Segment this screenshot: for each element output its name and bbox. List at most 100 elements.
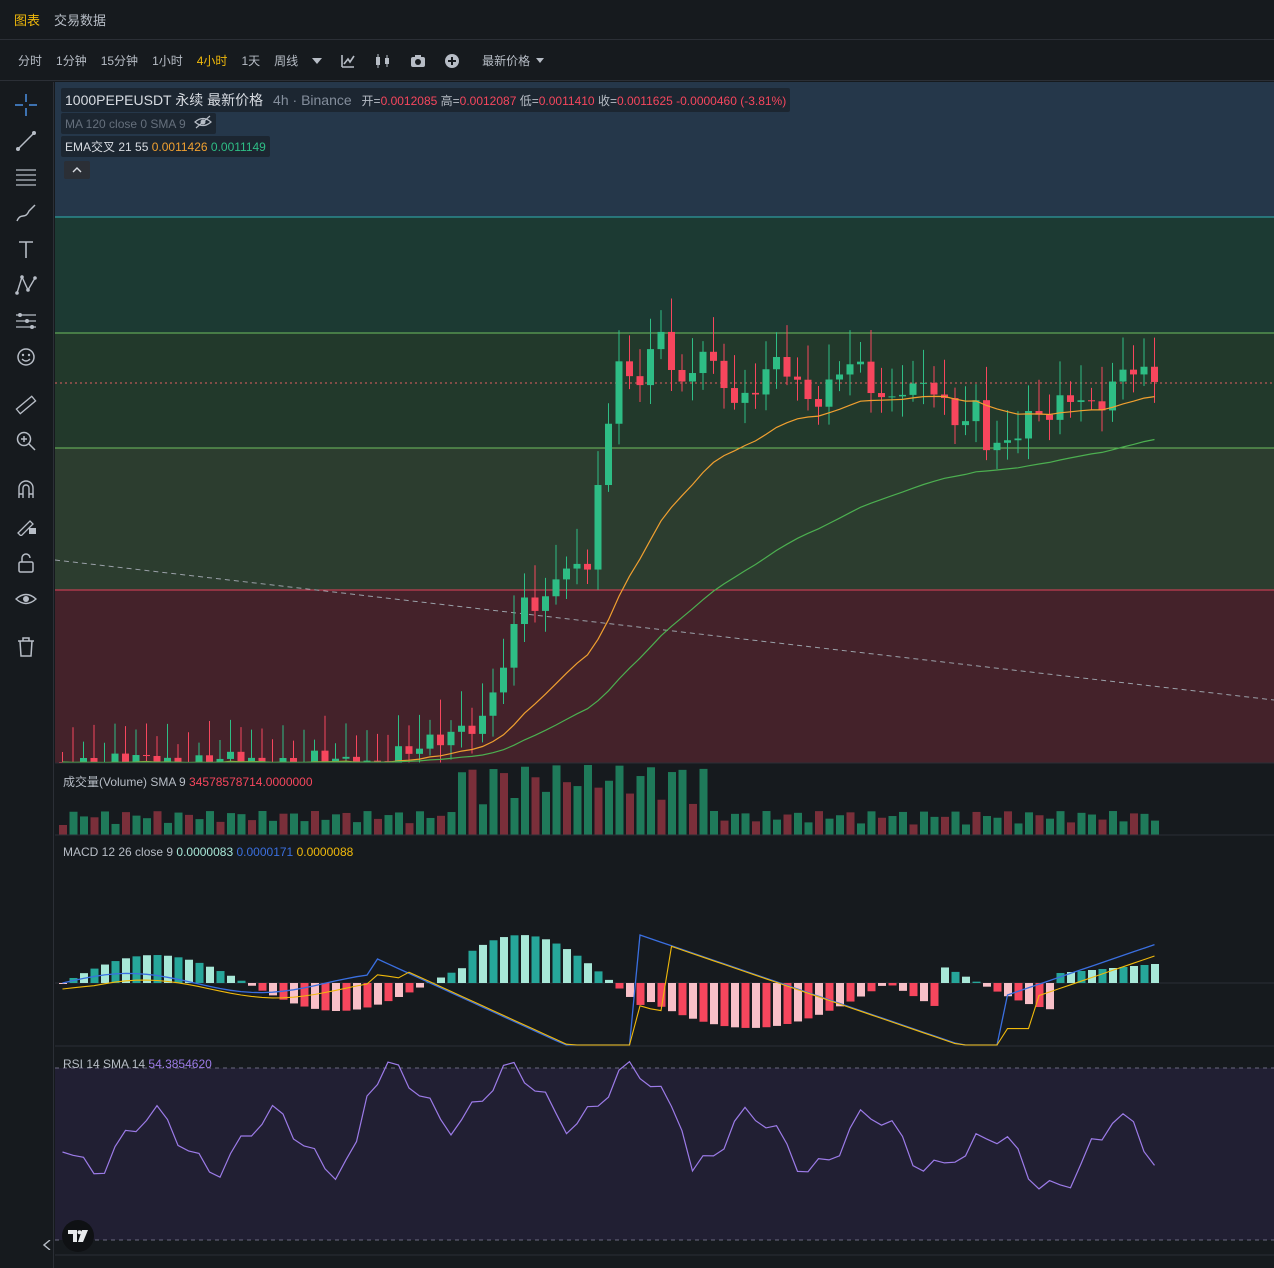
macd-hist-bar [815, 983, 823, 1015]
macd-hist-bar [636, 983, 645, 1005]
macd-hist-bar [143, 955, 151, 983]
crosshair-icon[interactable] [13, 92, 39, 118]
chart-canvas[interactable] [55, 82, 1274, 1268]
zone-red [55, 590, 1274, 763]
candle-body [1014, 438, 1022, 441]
volume-bar [363, 811, 372, 835]
interval-1m[interactable]: 1分钟 [56, 52, 87, 69]
macd-hist-bar [804, 983, 813, 1019]
volume-bar [636, 776, 645, 835]
volume-bar [920, 811, 928, 835]
eye-icon[interactable] [13, 586, 39, 612]
eye-hidden-icon[interactable] [193, 115, 212, 132]
macd-hist-bar [489, 940, 498, 983]
tab-chart[interactable]: 图表 [14, 10, 40, 29]
chart-area[interactable]: 1000PEPEUSDT 永续 最新价格 4h · Binance 开=0.00… [55, 82, 1274, 1268]
volume-bar [836, 815, 844, 835]
unlock-icon[interactable] [13, 550, 39, 576]
macd-hist-bar [972, 981, 981, 983]
interval-4h[interactable]: 4小时 [197, 52, 228, 69]
interval-15m[interactable]: 15分钟 [101, 52, 138, 69]
interval-tick[interactable]: 分时 [18, 52, 42, 69]
volume-bar [185, 814, 193, 835]
volume-bar [132, 815, 141, 835]
volume-bar [993, 817, 1002, 835]
volume-bar [1151, 820, 1159, 835]
volume-bar [279, 813, 288, 835]
macd-hist-bar [153, 955, 162, 983]
macd-hist-bar [762, 983, 771, 1028]
pattern-icon[interactable] [13, 272, 39, 298]
volume-bar [584, 765, 592, 835]
candle-body [468, 725, 476, 734]
volume-bar [311, 811, 319, 835]
candle-body [1088, 400, 1095, 402]
emoji-icon[interactable] [13, 344, 39, 370]
macd-hist-bar [437, 977, 445, 983]
candle-body [426, 734, 434, 749]
volume-bar [867, 811, 876, 835]
ma-legend: MA 120 close 0 SMA 9 [61, 113, 216, 134]
text-icon[interactable] [13, 236, 39, 262]
add-icon[interactable] [444, 53, 460, 69]
macd-hist-bar [195, 962, 204, 983]
brush-icon[interactable] [13, 200, 39, 226]
macd-hist-bar [678, 983, 687, 1016]
magnet-icon[interactable] [13, 476, 39, 502]
macd-hist-bar [689, 983, 697, 1019]
chevron-down-icon[interactable] [312, 57, 323, 64]
interval-1d[interactable]: 1天 [241, 52, 260, 69]
candle-body [416, 748, 423, 754]
chevron-up-icon [72, 167, 82, 173]
candle-body [605, 423, 612, 486]
camera-icon[interactable] [410, 54, 426, 68]
ohlc-values: 开=0.0012085 高=0.0012087 低=0.0011410 收=0.… [361, 94, 787, 108]
trendline-icon[interactable] [13, 128, 39, 154]
macd-hist-bar [206, 966, 214, 983]
macd-hist-bar [626, 983, 634, 997]
candle-body [815, 399, 822, 407]
volume-bar [248, 820, 256, 835]
volume-bar [111, 823, 120, 835]
volume-bar [909, 824, 918, 835]
candle-body [1119, 369, 1127, 382]
volume-bar [353, 822, 361, 835]
macd-hist-bar [731, 983, 739, 1028]
candle-body [762, 369, 770, 395]
candle-body [542, 596, 549, 611]
indicator-icon[interactable] [340, 53, 356, 69]
macd-hist-bar [311, 983, 319, 1009]
interval-1h[interactable]: 1小时 [152, 52, 183, 69]
price-type-select[interactable]: 最新价格 [482, 52, 545, 69]
rsi-legend: RSI 14 SMA 14 54.3854620 [63, 1057, 212, 1071]
candle-body [1056, 395, 1064, 420]
candles-icon[interactable] [374, 53, 392, 69]
collapse-legend-button[interactable] [64, 161, 90, 179]
interval-1w[interactable]: 周线 [274, 52, 298, 69]
trash-icon[interactable] [13, 634, 39, 660]
volume-bar [342, 812, 351, 835]
volume-bar [1088, 814, 1096, 835]
candle-body [500, 667, 507, 693]
measure-lines-icon[interactable] [13, 308, 39, 334]
symbol-name[interactable]: 1000PEPEUSDT 永续 最新价格 [65, 92, 263, 108]
fib-lines-icon[interactable] [13, 164, 39, 190]
macd-hist-value: 0.0000083 [176, 845, 234, 859]
volume-bar [468, 769, 477, 835]
tradingview-logo[interactable] [62, 1220, 94, 1252]
collapse-arrow-icon[interactable] [40, 1232, 54, 1258]
macd-hist-bar [993, 983, 1002, 992]
candle-body [437, 734, 444, 746]
zoom-in-icon[interactable] [13, 428, 39, 454]
candle-body [773, 357, 780, 370]
lock-drawing-icon[interactable] [13, 512, 39, 538]
volume-bar [731, 813, 739, 835]
volume-bar [794, 812, 802, 835]
macd-hist-bar [552, 943, 561, 983]
volume-bar [237, 814, 246, 835]
volume-bar [552, 765, 561, 835]
volume-legend: 成交量(Volume) SMA 9 34578578714.0000000 [63, 773, 313, 790]
ruler-icon[interactable] [13, 392, 39, 418]
tab-trade-data[interactable]: 交易数据 [54, 10, 106, 29]
macd-hist-bar [227, 975, 235, 983]
